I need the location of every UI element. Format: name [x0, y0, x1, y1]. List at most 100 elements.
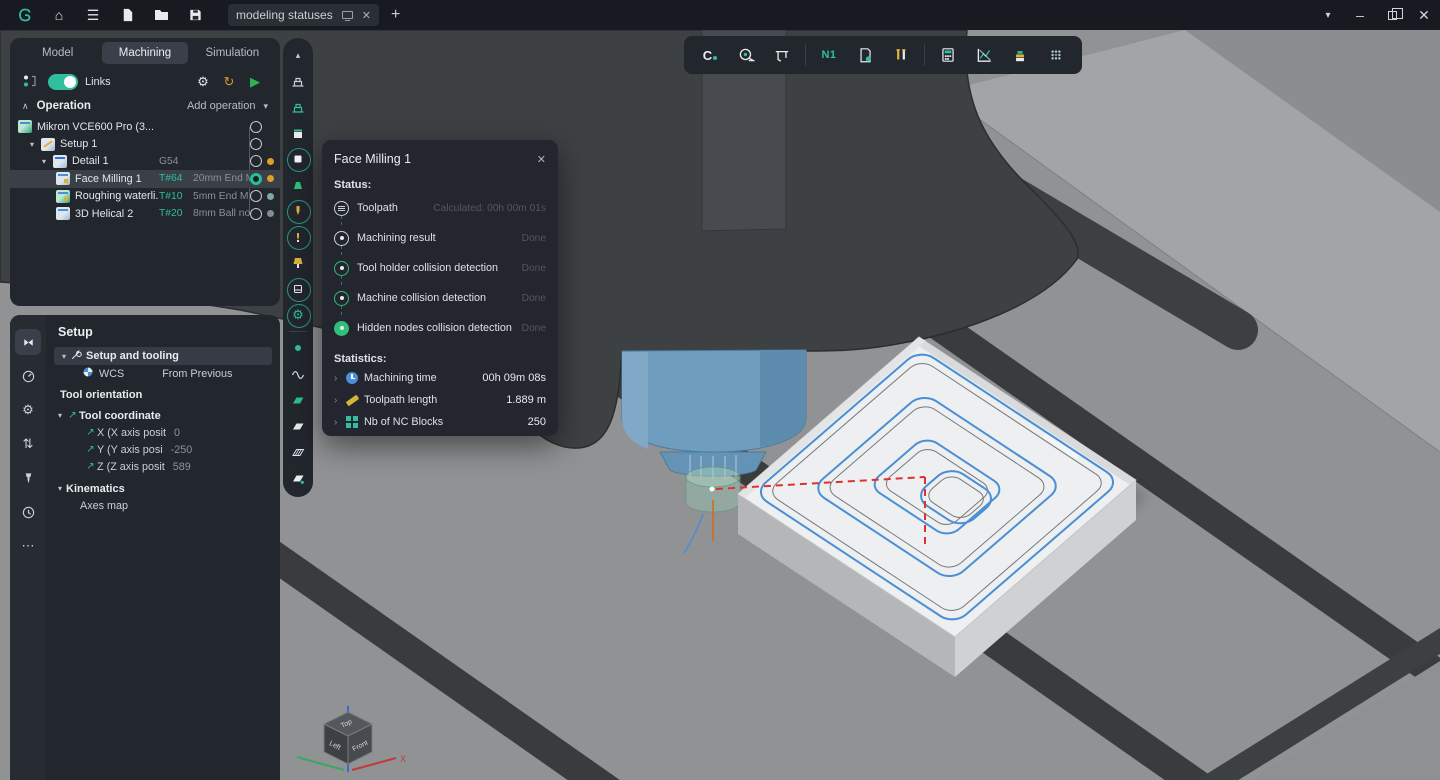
- calculator-button[interactable]: [932, 41, 964, 69]
- links-label: Links: [85, 76, 111, 88]
- add-operation-caret-icon[interactable]: ▾: [263, 101, 268, 112]
- more-icon[interactable]: ⋯: [15, 533, 41, 559]
- operation-header: Operation: [37, 100, 91, 112]
- time-icon[interactable]: [15, 499, 41, 525]
- kinematics-row[interactable]: ▾ Kinematics: [54, 480, 272, 497]
- transform-icon[interactable]: ⇅: [15, 431, 41, 457]
- machining-data-button[interactable]: [1040, 41, 1072, 69]
- visibility-radio[interactable]: [250, 138, 262, 150]
- surface-shaded-button[interactable]: [283, 387, 313, 413]
- visibility-radio[interactable]: [250, 121, 262, 133]
- status-dot: [267, 210, 274, 217]
- tab-simulation[interactable]: Simulation: [190, 42, 275, 64]
- axis-x-label: X: [400, 754, 406, 764]
- home-button[interactable]: ⌂: [42, 0, 76, 30]
- gauge-icon[interactable]: [15, 363, 41, 389]
- measure-tape-button[interactable]: [730, 41, 762, 69]
- tree-row-setup[interactable]: ▾ Setup 1: [10, 135, 280, 152]
- nc-code-button[interactable]: N1: [813, 41, 845, 69]
- face-milling-icon: [56, 172, 70, 185]
- machine-ghost-button[interactable]: [283, 94, 313, 120]
- setup-tooling-row[interactable]: ▾ Setup and tooling: [54, 347, 272, 365]
- point-display-button[interactable]: [283, 335, 313, 361]
- visibility-radio[interactable]: [250, 208, 262, 220]
- workplane-visibility-button[interactable]: [283, 276, 313, 302]
- settings-gear-button[interactable]: ⚙: [190, 74, 216, 90]
- axis-x-row[interactable]: ↗ X (X axis posit 0: [54, 424, 272, 441]
- stock-visibility-button[interactable]: [283, 146, 313, 172]
- wcs-icon: [82, 366, 94, 381]
- tool-icon[interactable]: [15, 465, 41, 491]
- tree-row-roughing[interactable]: Roughing waterli... T#10 5mm End M: [10, 188, 280, 205]
- visibility-radio[interactable]: [250, 155, 262, 167]
- popup-close-button[interactable]: ✕: [537, 153, 546, 166]
- axis-arrow-icon: ↗: [84, 461, 97, 472]
- collapse-operations-icon[interactable]: ∧: [22, 101, 29, 112]
- wcs-row[interactable]: WCS From Previous: [54, 365, 272, 382]
- axes-map-row[interactable]: Axes map: [54, 497, 272, 514]
- status-toolpath: Toolpath Calculated: 00h 00m 01s: [334, 193, 546, 223]
- workpiece-icon-button[interactable]: [283, 120, 313, 146]
- machine-visibility-button[interactable]: [283, 68, 313, 94]
- tool-visibility-button[interactable]: [283, 198, 313, 224]
- tool-library-button[interactable]: [885, 41, 917, 69]
- helical-icon: [56, 207, 70, 220]
- tool-grinder-button[interactable]: [1004, 41, 1036, 69]
- tree-row-detail[interactable]: ▾ Detail 1 G54: [10, 153, 280, 170]
- axis-y-row[interactable]: ↗ Y (Y axis posi -250: [54, 441, 272, 458]
- document-tab[interactable]: modeling statuses ✕: [228, 4, 379, 26]
- new-file-button[interactable]: [110, 0, 144, 30]
- gear-icon[interactable]: ⚙: [15, 397, 41, 423]
- visibility-radio[interactable]: [250, 173, 262, 185]
- tree-row-machine[interactable]: Mikron VCE600 Pro (3...: [10, 118, 280, 135]
- window-minimize-button[interactable]: –: [1344, 0, 1376, 30]
- tree-row-face-milling[interactable]: Face Milling 1 T#64 20mm End M: [10, 170, 280, 187]
- axis-arrow-icon: ↗: [84, 444, 97, 455]
- axis-y-value[interactable]: -250: [171, 444, 193, 456]
- axis-z-row[interactable]: ↗ Z (Z axis posit 589: [54, 458, 272, 475]
- surface-flat-button[interactable]: [283, 413, 313, 439]
- setup-tab-icon[interactable]: [15, 329, 41, 355]
- tree-row-helical[interactable]: 3D Helical 2 T#20 8mm Ball no: [10, 205, 280, 222]
- machine-icon: [18, 120, 32, 133]
- post-processor-button[interactable]: [849, 41, 881, 69]
- recalculate-button[interactable]: ↻: [216, 74, 242, 90]
- tab-machining[interactable]: Machining: [102, 42, 187, 64]
- setup-panel-title: Setup: [58, 325, 272, 339]
- collision-check-button[interactable]: C: [694, 41, 726, 69]
- add-operation-button[interactable]: Add operation: [187, 100, 256, 112]
- statistics-chart-button[interactable]: [968, 41, 1000, 69]
- status-header: Status:: [334, 179, 546, 191]
- status-dot: [267, 175, 274, 182]
- simulation-settings-button[interactable]: ⚙: [283, 302, 313, 328]
- document-tab-title: modeling statuses: [236, 8, 333, 22]
- tab-model[interactable]: Model: [15, 42, 100, 64]
- tool-tip-visibility-button[interactable]: [283, 224, 313, 250]
- run-simulation-button[interactable]: ▶: [242, 74, 268, 90]
- open-folder-button[interactable]: [144, 0, 178, 30]
- axis-z-value[interactable]: 589: [173, 461, 191, 473]
- status-hidden-nodes-collision: Hidden nodes collision detection Done: [334, 313, 546, 343]
- save-button[interactable]: [178, 0, 212, 30]
- curve-display-button[interactable]: [283, 361, 313, 387]
- window-restore-button[interactable]: [1376, 0, 1408, 30]
- collapse-strip-button[interactable]: ▴: [283, 42, 313, 68]
- holder-visibility-button[interactable]: [283, 250, 313, 276]
- ruler-icon: [346, 394, 360, 406]
- window-chevron-button[interactable]: ▾: [1312, 0, 1344, 30]
- links-toggle[interactable]: [48, 74, 78, 90]
- tool-coordinate-row[interactable]: ▾ ↗ Tool coordinate: [54, 407, 272, 424]
- visibility-radio[interactable]: [250, 190, 262, 202]
- window-close-button[interactable]: ✕: [1408, 0, 1440, 30]
- axis-x-value[interactable]: 0: [174, 427, 180, 439]
- fixture-visibility-button[interactable]: [283, 172, 313, 198]
- new-tab-button[interactable]: +: [391, 6, 400, 24]
- title-bar: ⌂ ☰ modeling statuses ✕ + ▾ – ✕: [0, 0, 1440, 30]
- surface-points-button[interactable]: [283, 465, 313, 491]
- operation-tree: Mikron VCE600 Pro (3... ▾ Setup 1 ▾ Deta…: [10, 118, 280, 222]
- menu-button[interactable]: ☰: [76, 0, 110, 30]
- surface-wireframe-button[interactable]: [283, 439, 313, 465]
- tab-close-icon[interactable]: ✕: [362, 9, 371, 22]
- caliper-button[interactable]: [766, 41, 798, 69]
- machine-collision-status-icon: [334, 291, 349, 306]
